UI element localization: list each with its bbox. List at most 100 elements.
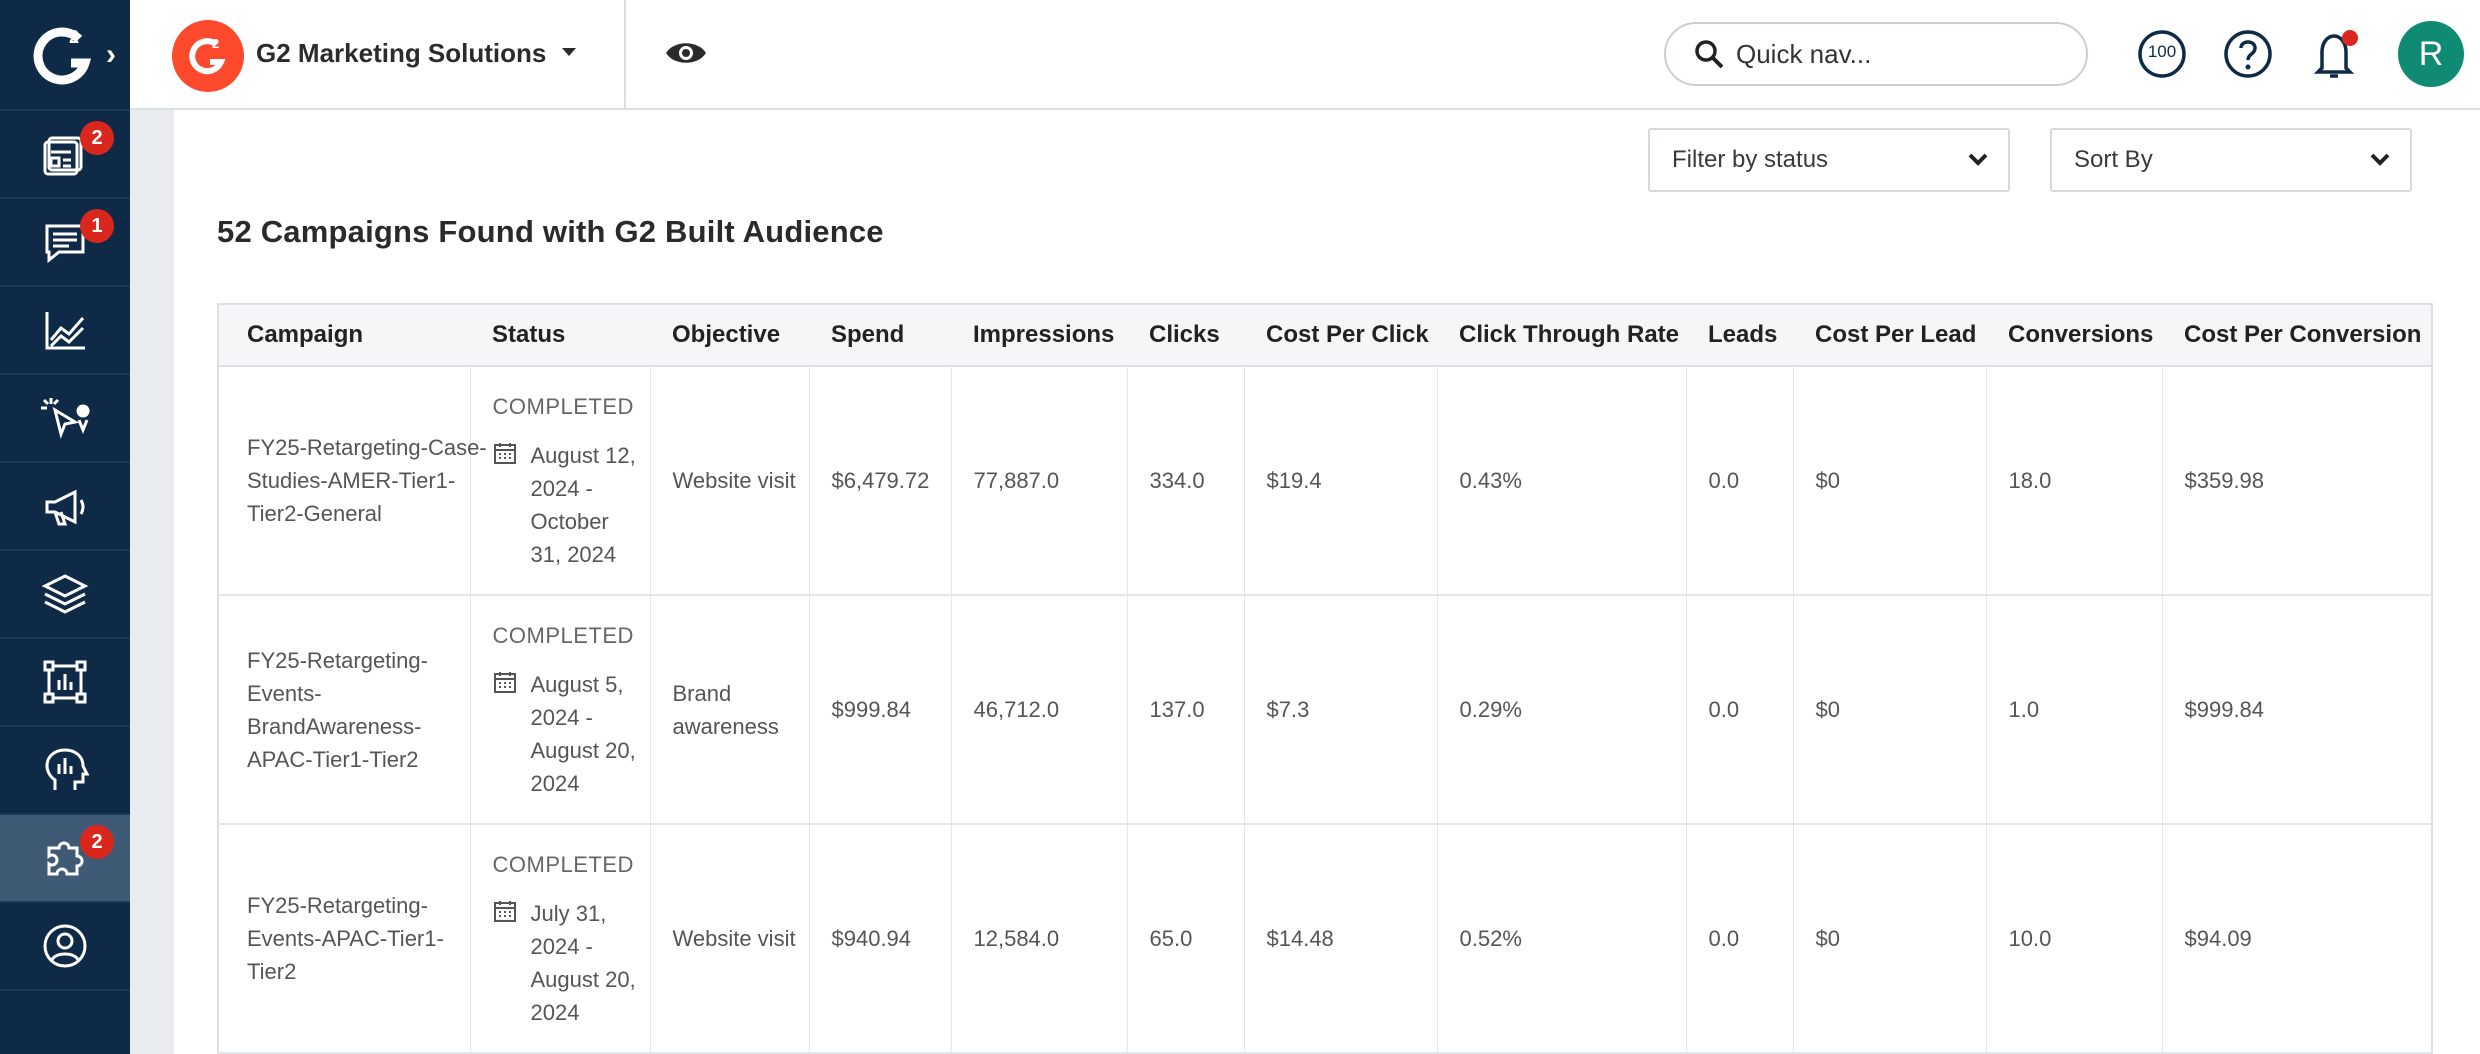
campaigns-table: Campaign Status Objective Spend Impressi… [217,303,2433,1054]
objective-cell: Website visit [649,366,809,596]
nav-analytics[interactable] [0,287,130,375]
objective-cell: Website visit [649,824,809,1054]
cost-per-conversion-cell: $999.84 [2161,595,2433,825]
nav-account[interactable] [0,903,130,991]
company-name[interactable]: G2 Marketing Solutions [256,38,546,69]
filter-status-label: Filter by status [1672,146,1829,173]
conversions-cell: 18.0 [1985,366,2162,596]
leads-cell: 0.0 [1685,366,1793,596]
page-title: 52 Campaigns Found with G2 Built Audienc… [217,214,884,249]
help-icon[interactable] [2222,28,2274,80]
bar-chart-frame-icon [43,660,87,704]
status-badge: COMPLETED [492,623,634,648]
megaphone-icon [45,489,85,526]
campaign-name[interactable]: FY25-Retargeting-Case-Studies-AMER-Tier1… [247,431,487,530]
eye-icon[interactable] [664,38,708,68]
cpc-cell: $7.3 [1243,595,1437,825]
column-header-impressions[interactable]: Impressions [951,303,1127,367]
topbar: 2 G2 Marketing Solutions 100 R [130,0,2480,110]
score-value: 100 [2147,42,2177,61]
conversions-cell: 10.0 [1985,824,2162,1054]
leads-cell: 0.0 [1685,595,1793,825]
column-header-clicks[interactable]: Clicks [1127,303,1244,367]
cpl-cell: $0 [1792,366,1986,596]
cpc-cell: $14.48 [1243,824,1437,1054]
campaign-name[interactable]: FY25-Retargeting-Events-APAC-Tier1-Tier2 [247,889,487,988]
column-header-spend[interactable]: Spend [809,303,951,367]
column-header-status[interactable]: Status [470,303,650,367]
cpl-cell: $0 [1792,824,1986,1054]
status-badge: COMPLETED [492,852,634,877]
notification-bell-icon[interactable] [2308,28,2364,82]
clicks-cell: 137.0 [1126,595,1244,825]
quick-nav-input[interactable] [1734,37,2058,71]
chevron-down-icon [1968,153,1988,166]
spend-cell: $999.84 [808,595,951,825]
column-header-cost-per-lead[interactable]: Cost Per Lead [1793,303,1986,367]
avatar[interactable]: R [2398,21,2464,87]
nav-messages[interactable]: 1 [0,199,130,287]
column-header-campaign[interactable]: Campaign [217,303,470,367]
nav-dashboards[interactable] [0,639,130,727]
nav-content[interactable] [0,551,130,639]
spend-cell: $6,479.72 [808,366,951,596]
campaigns-panel: Filter by status Sort By 52 Campaigns Fo… [174,110,2480,1054]
chevron-down-icon [2370,153,2390,166]
cursor-click-icon [41,398,90,439]
table-row[interactable]: FY25-Retargeting-Case-Studies-AMER-Tier1… [217,366,2433,596]
status-badge: COMPLETED [492,394,634,419]
search-icon [1694,39,1724,69]
sort-by-select[interactable]: Sort By [2050,128,2412,192]
expand-chevron-icon[interactable]: › [106,38,116,72]
impressions-cell: 12,584.0 [950,824,1127,1054]
quick-nav-search[interactable] [1664,22,2088,86]
nav-integrations[interactable]: 2 [0,815,130,903]
messages-badge: 1 [80,209,114,243]
leads-cell: 0.0 [1685,824,1793,1054]
g2-logo-icon: 2 [33,27,92,84]
content-gutter [130,109,174,1054]
nav-reports[interactable]: 2 [0,111,130,199]
nav-insights[interactable] [0,727,130,815]
table-row[interactable]: FY25-Retargeting-Events-APAC-Tier1-Tier2… [217,824,2433,1054]
column-header-click-through-rate[interactable]: Click Through Rate [1437,303,1686,367]
cost-per-conversion-cell: $94.09 [2161,824,2433,1054]
sidebar: 2 › 2 1 2 [0,0,130,1054]
column-header-cost-per-conversion[interactable]: Cost Per Conversion [2162,303,2433,367]
column-header-cost-per-click[interactable]: Cost Per Click [1244,303,1437,367]
score-badge-button[interactable]: 100 [2136,28,2188,85]
nav-buyer-intent[interactable] [0,375,130,463]
calendar-icon [493,901,516,922]
impressions-cell: 77,887.0 [950,366,1127,596]
cost-per-conversion-cell: $359.98 [2161,366,2433,596]
layers-icon [41,574,89,614]
column-header-leads[interactable]: Leads [1686,303,1793,367]
date-range: August 5, 2024 - August 20, 2024 [530,672,636,796]
spend-cell: $940.94 [808,824,951,1054]
clicks-cell: 65.0 [1126,824,1244,1054]
head-analytics-icon [45,748,89,790]
objective-cell: Brand awareness [649,595,809,825]
clicks-cell: 334.0 [1126,366,1244,596]
column-header-objective[interactable]: Objective [650,303,809,367]
filter-status-select[interactable]: Filter by status [1648,128,2010,192]
campaign-name[interactable]: FY25-Retargeting-Events-BrandAwareness-A… [247,644,487,776]
sort-by-label: Sort By [2074,146,2153,173]
ctr-cell: 0.43% [1436,366,1686,596]
g2-logo-button[interactable]: 2 › [0,0,130,111]
date-range: August 12, 2024 - October 31, 2024 [530,443,636,567]
conversions-cell: 1.0 [1985,595,2162,825]
company-logo-icon: 2 [172,20,244,92]
integrations-badge: 2 [80,825,114,859]
svg-text:2: 2 [212,36,219,51]
calendar-icon [493,672,516,693]
company-dropdown-caret-icon[interactable] [560,46,578,58]
ctr-cell: 0.29% [1436,595,1686,825]
nav-campaigns[interactable] [0,463,130,551]
table-row[interactable]: FY25-Retargeting-Events-BrandAwareness-A… [217,595,2433,825]
line-chart-icon [45,312,85,350]
ctr-cell: 0.52% [1436,824,1686,1054]
column-header-conversions[interactable]: Conversions [1986,303,2162,367]
cpl-cell: $0 [1792,595,1986,825]
cpc-cell: $19.4 [1243,366,1437,596]
